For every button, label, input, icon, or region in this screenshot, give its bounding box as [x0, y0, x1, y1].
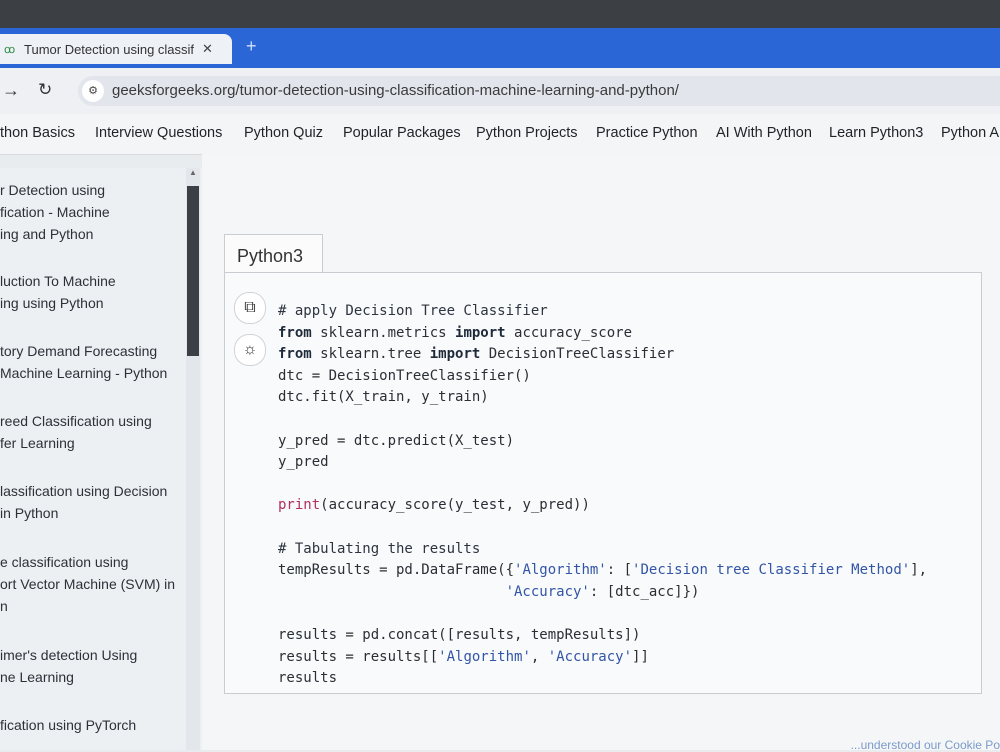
- sidebar-item[interactable]: e classification using ort Vector Machin…: [0, 551, 175, 617]
- theme-toggle-icon[interactable]: ☼: [234, 334, 266, 366]
- tab-title: Tumor Detection using classific: [24, 41, 194, 57]
- code-line: 'Accuracy': [dtc_acc]}): [505, 583, 700, 600]
- scroll-up-arrow-icon[interactable]: ▲: [186, 168, 200, 182]
- menu-item-python-a[interactable]: Python A: [941, 125, 999, 141]
- sidebar-item-line: n: [0, 598, 8, 614]
- code-line: # Tabulating the results: [278, 540, 481, 557]
- window-top-strip: [0, 0, 1000, 28]
- sidebar-item-line: imer's detection Using: [0, 647, 138, 663]
- sidebar-item-line: Machine Learning - Python: [0, 365, 168, 381]
- code-line: from sklearn.tree import DecisionTreeCla…: [278, 346, 675, 363]
- menu-item-practice-python[interactable]: Practice Python: [596, 125, 698, 141]
- sidebar-item[interactable]: r Detection using fication - Machine ing…: [0, 179, 110, 245]
- sidebar-item-line: reed Classification using: [0, 413, 152, 429]
- site-info-icon[interactable]: ⚙: [82, 80, 104, 102]
- menu-item-python-projects[interactable]: Python Projects: [476, 125, 578, 141]
- sidebar-item-line: fication - Machine: [0, 204, 110, 220]
- code-line: results: [278, 670, 338, 687]
- code-line: dtc.fit(X_train, y_train): [278, 389, 489, 406]
- menu-item-python-quiz[interactable]: Python Quiz: [244, 125, 323, 141]
- sidebar-scroll-thumb[interactable]: [187, 186, 199, 356]
- sidebar-item[interactable]: tory Demand Forecasting Machine Learning…: [0, 340, 167, 384]
- sidebar-item-line: in Python: [0, 505, 59, 521]
- sidebar-item-line: ing using Python: [0, 295, 104, 311]
- sidebar-item-line: lassification using Decision: [0, 483, 168, 499]
- code-line: results = pd.concat([results, tempResult…: [278, 626, 641, 643]
- code-line: tempResults = pd.DataFrame({'Algorithm':…: [278, 562, 928, 579]
- code-line: dtc = DecisionTreeClassifier(): [278, 367, 531, 384]
- sidebar-item-line: ort Vector Machine (SVM) in: [0, 576, 176, 592]
- sidebar-item[interactable]: fication using PyTorch: [0, 714, 136, 736]
- sidebar-item-line: ne Learning: [0, 669, 74, 685]
- code-content: # apply Decision Tree Classifier from skl…: [278, 301, 927, 690]
- code-line: y_pred = dtc.predict(X_test): [278, 432, 515, 449]
- menu-item-interview-questions[interactable]: Interview Questions: [95, 125, 222, 141]
- menu-item-python-basics[interactable]: thon Basics: [0, 125, 75, 141]
- code-line: print(accuracy_score(y_test, y_pred)): [278, 497, 590, 514]
- close-tab-icon[interactable]: ✕: [202, 41, 213, 57]
- sidebar-item[interactable]: luction To Machine ing using Python: [0, 270, 116, 314]
- menu-item-ai-with-python[interactable]: AI With Python: [716, 125, 812, 141]
- browser-tab[interactable]: ꝏ Tumor Detection using classific ✕: [0, 34, 232, 64]
- code-language-tab[interactable]: Python3: [224, 234, 323, 275]
- code-line: y_pred: [278, 454, 329, 471]
- sidebar-item-line: ing and Python: [0, 226, 94, 242]
- sidebar-item-line: e classification using: [0, 554, 129, 570]
- sidebar-item-line: r Detection using: [0, 182, 106, 198]
- copy-icon[interactable]: ⧉: [234, 292, 266, 324]
- reload-icon[interactable]: ↻: [38, 80, 52, 100]
- sidebar-item-line: tory Demand Forecasting: [0, 343, 158, 359]
- sidebar-item-line: fer Learning: [0, 435, 75, 451]
- sidebar-item[interactable]: imer's detection Using ne Learning: [0, 644, 137, 688]
- url-text[interactable]: geeksforgeeks.org/tumor-detection-using-…: [112, 82, 679, 99]
- new-tab-button[interactable]: +: [246, 36, 257, 57]
- sidebar-item[interactable]: lassification using Decision in Python: [0, 480, 167, 524]
- menu-item-popular-packages[interactable]: Popular Packages: [343, 125, 461, 141]
- sidebar-item-line: fication using PyTorch: [0, 717, 137, 733]
- forward-arrow-icon[interactable]: →: [2, 80, 20, 101]
- gfg-icon: ꝏ: [4, 43, 16, 56]
- sidebar-item[interactable]: reed Classification using fer Learning: [0, 410, 152, 454]
- code-line: # apply Decision Tree Classifier: [278, 303, 548, 319]
- code-line: results = results[['Algorithm', 'Accurac…: [278, 648, 649, 665]
- sidebar-item-line: luction To Machine: [0, 273, 116, 289]
- code-line: from sklearn.metrics import accuracy_sco…: [278, 324, 633, 341]
- menu-item-learn-python3[interactable]: Learn Python3: [829, 125, 923, 141]
